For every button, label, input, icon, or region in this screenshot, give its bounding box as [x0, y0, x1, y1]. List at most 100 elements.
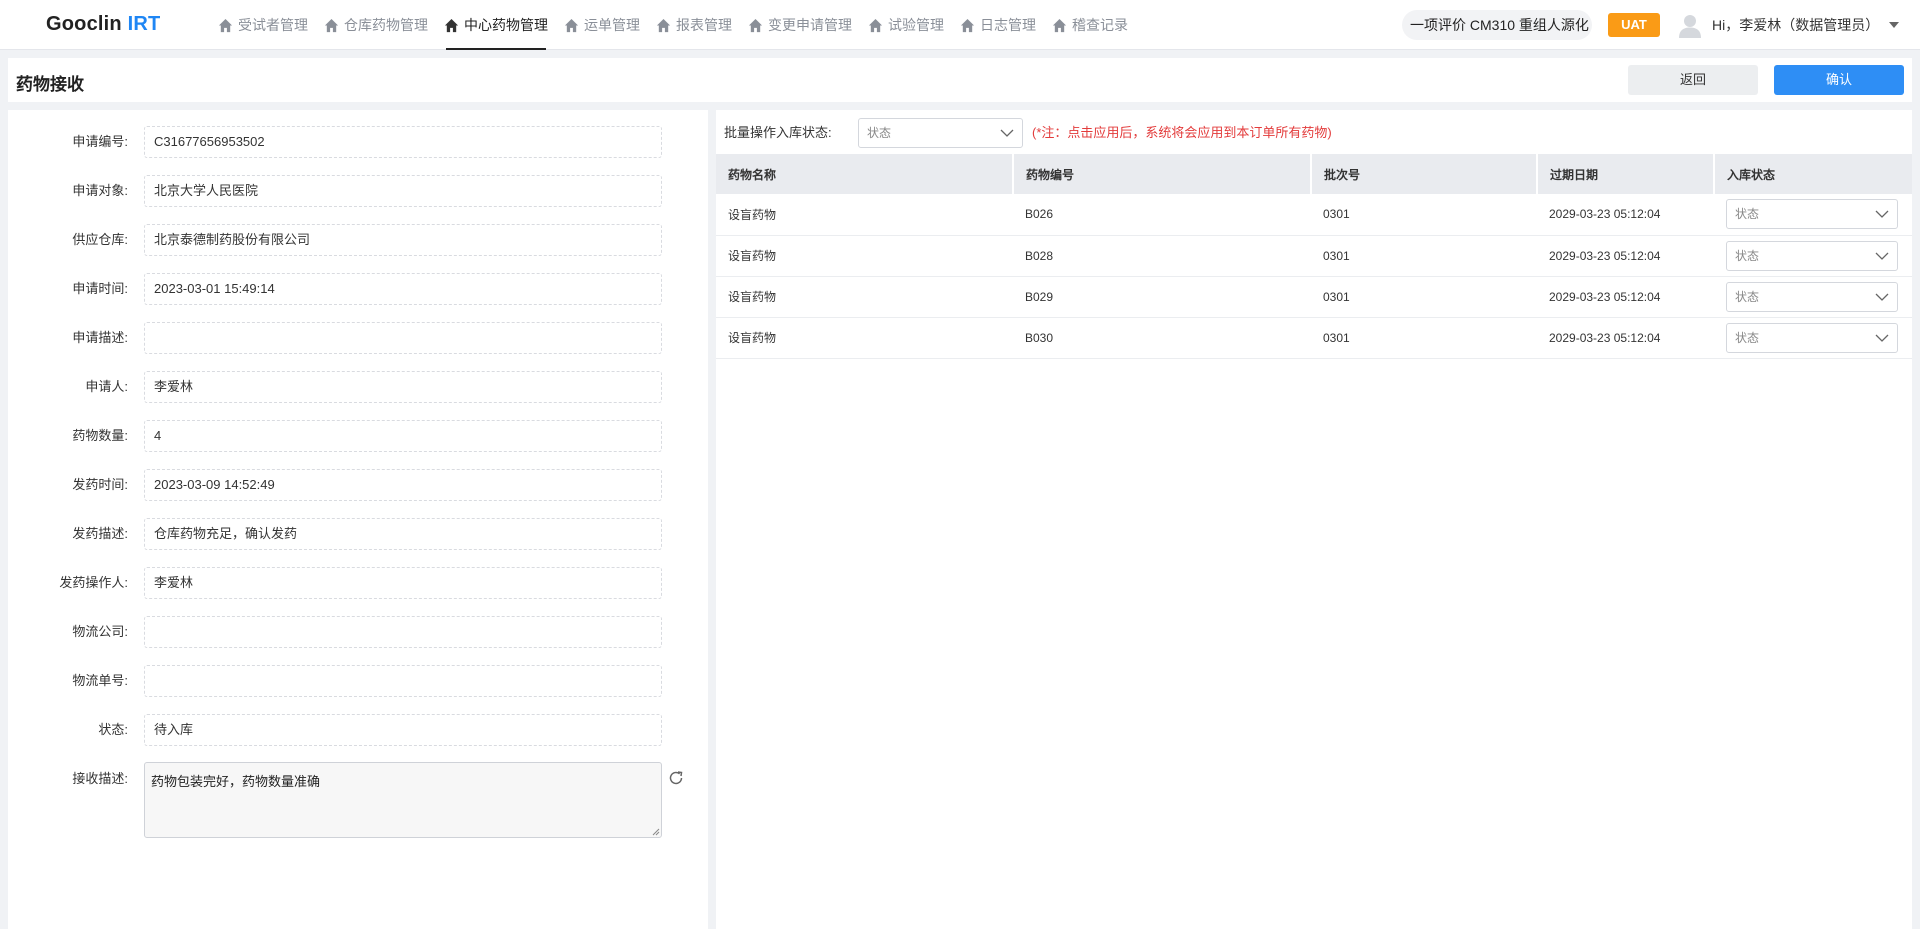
drug-quantity-field[interactable]: 4 [144, 420, 662, 452]
drug-list-panel: 批量操作入库状态: 状态 (*注：点击应用后，系统将会应用到本订单所有药物) 药… [716, 110, 1912, 929]
confirm-button[interactable]: 确认 [1774, 65, 1904, 95]
applicant-field[interactable]: 李爱林 [144, 371, 662, 403]
drug-name-cell: 设盲药物 [716, 276, 1013, 318]
batch-status-label: 批量操作入库状态: [724, 125, 832, 140]
menu-item-waybills[interactable]: 运单管理 [556, 0, 648, 50]
back-button[interactable]: 返回 [1628, 65, 1758, 95]
batch-no-cell: 0301 [1311, 194, 1537, 236]
batch-note: (*注：点击应用后，系统将会应用到本订单所有药物) [1032, 125, 1332, 140]
menu-item-warehouse-drugs[interactable]: 仓库药物管理 [316, 0, 436, 50]
table-header-row: 药物名称 药物编号 批次号 过期日期 入库状态 [716, 154, 1912, 194]
drug-code-cell: B030 [1013, 317, 1311, 359]
menu-label: 报表管理 [676, 17, 732, 33]
form-label: 发药描述: [72, 526, 128, 541]
page-title: 药物接收 [16, 75, 84, 94]
batch-no-cell: 0301 [1311, 317, 1537, 359]
detail-form: 申请编号: C31677656953502 申请对象: 北京大学人民医院 供应仓… [8, 110, 708, 929]
app-logo[interactable]: Gooclin IRT [46, 13, 160, 36]
form-row-request-time: 申请时间: 2023-03-01 15:49:14 [8, 272, 708, 306]
form-label: 物流单号: [72, 673, 128, 688]
brand-suffix: IRT [127, 13, 161, 35]
drug-name-cell: 设盲药物 [716, 235, 1013, 277]
form-label: 物流公司: [72, 624, 128, 639]
expiry-date-cell: 2029-03-23 05:12:04 [1537, 194, 1714, 236]
form-label: 药物数量: [72, 428, 128, 443]
batch-no-cell: 0301 [1311, 235, 1537, 277]
chevron-down-icon [1875, 210, 1889, 219]
column-header-drug-code: 药物编号 [1013, 154, 1312, 194]
resize-handle-icon[interactable] [652, 828, 660, 836]
table-row: 设盲药物 B029 0301 2029-03-23 05:12:04 状态 [716, 276, 1912, 318]
avatar-icon[interactable] [1676, 11, 1704, 39]
menu-item-audit[interactable]: 稽查记录 [1044, 0, 1136, 50]
stock-status-cell: 状态 [1714, 276, 1912, 318]
drug-name-cell: 设盲药物 [716, 194, 1013, 236]
menu-item-logs[interactable]: 日志管理 [952, 0, 1044, 50]
refresh-icon[interactable] [668, 770, 684, 786]
home-icon [748, 18, 763, 32]
home-icon [218, 18, 233, 32]
receive-desc-textarea[interactable]: 药物包装完好，药物数量准确 [144, 762, 662, 838]
status-field[interactable]: 待入库 [144, 714, 662, 746]
form-row-dispatch-time: 发药时间: 2023-03-09 14:52:49 [8, 468, 708, 502]
dispatch-desc-field[interactable]: 仓库药物充足，确认发药 [144, 518, 662, 550]
form-row-status: 状态: 待入库 [8, 713, 708, 747]
request-desc-field[interactable] [144, 322, 662, 354]
column-header-drug-name: 药物名称 [716, 154, 1014, 194]
home-icon [444, 18, 459, 32]
supply-warehouse-field[interactable]: 北京泰德制药股份有限公司 [144, 224, 662, 256]
menu-label: 中心药物管理 [464, 17, 548, 33]
chevron-down-icon [1875, 334, 1889, 342]
stock-status-select[interactable]: 状态 [1726, 281, 1898, 312]
request-time-field[interactable]: 2023-03-01 15:49:14 [144, 273, 662, 305]
user-menu[interactable]: Hi，李爱林（数据管理员） [1712, 0, 1879, 50]
menu-label: 日志管理 [980, 17, 1036, 33]
table-row: 设盲药物 B026 0301 2029-03-23 05:12:04 状态 [716, 194, 1912, 236]
form-label: 申请人: [85, 379, 128, 394]
menu-item-subjects[interactable]: 受试者管理 [210, 0, 316, 50]
drug-code-cell: B028 [1013, 235, 1311, 277]
chevron-down-icon [1875, 252, 1889, 260]
menu-label: 变更申请管理 [768, 17, 852, 33]
page-header: 药物接收 返回 确认 [8, 58, 1912, 102]
home-icon [656, 18, 671, 32]
stock-status-select[interactable]: 状态 [1726, 240, 1898, 271]
request-no-field[interactable]: C31677656953502 [144, 126, 662, 158]
dispatch-time-field[interactable]: 2023-03-09 14:52:49 [144, 469, 662, 501]
caret-down-icon[interactable] [1888, 20, 1900, 30]
form-row-supply-warehouse: 供应仓库: 北京泰德制药股份有限公司 [8, 223, 708, 257]
dispatch-operator-field[interactable]: 李爱林 [144, 567, 662, 599]
menu-item-change-requests[interactable]: 变更申请管理 [740, 0, 860, 50]
drug-code-cell: B029 [1013, 276, 1311, 318]
brand-name: Gooclin [46, 13, 122, 35]
batch-status-select[interactable]: 状态 [858, 118, 1023, 148]
form-label: 申请描述: [72, 330, 128, 345]
select-placeholder: 状态 [1735, 207, 1760, 222]
home-icon [960, 18, 975, 32]
menu-item-center-drugs[interactable]: 中心药物管理 [436, 0, 556, 50]
stock-status-select[interactable]: 状态 [1726, 199, 1898, 230]
menu-item-trials[interactable]: 试验管理 [860, 0, 952, 50]
menu-label: 仓库药物管理 [344, 17, 428, 33]
chevron-down-icon [1000, 129, 1014, 137]
stock-status-select[interactable]: 状态 [1726, 322, 1898, 353]
project-selector[interactable]: 一项评价 CM310 重组人源化 [1402, 10, 1592, 40]
menu-item-reports[interactable]: 报表管理 [648, 0, 740, 50]
request-target-field[interactable]: 北京大学人民医院 [144, 175, 662, 207]
tracking-no-field[interactable] [144, 665, 662, 697]
form-label: 申请对象: [72, 183, 128, 198]
top-nav: Gooclin IRT 受试者管理 仓库药物管理 中心药物管理 运单管理 报表管… [0, 0, 1920, 50]
logistics-company-field[interactable] [144, 616, 662, 648]
menu-label: 试验管理 [888, 17, 944, 33]
form-row-drug-quantity: 药物数量: 4 [8, 419, 708, 453]
stock-status-cell: 状态 [1714, 317, 1912, 359]
form-row-request-no: 申请编号: C31677656953502 [8, 125, 708, 159]
form-row-receive-desc: 接收描述: 药物包装完好，药物数量准确 [8, 762, 708, 842]
form-row-dispatch-operator: 发药操作人: 李爱林 [8, 566, 708, 600]
table-row: 设盲药物 B030 0301 2029-03-23 05:12:04 状态 [716, 317, 1912, 359]
form-row-logistics-company: 物流公司: [8, 615, 708, 649]
form-row-request-target: 申请对象: 北京大学人民医院 [8, 174, 708, 208]
home-icon [1052, 18, 1067, 32]
main-menu: 受试者管理 仓库药物管理 中心药物管理 运单管理 报表管理 变更申请管理 试验管… [210, 0, 1136, 50]
home-icon [868, 18, 883, 32]
